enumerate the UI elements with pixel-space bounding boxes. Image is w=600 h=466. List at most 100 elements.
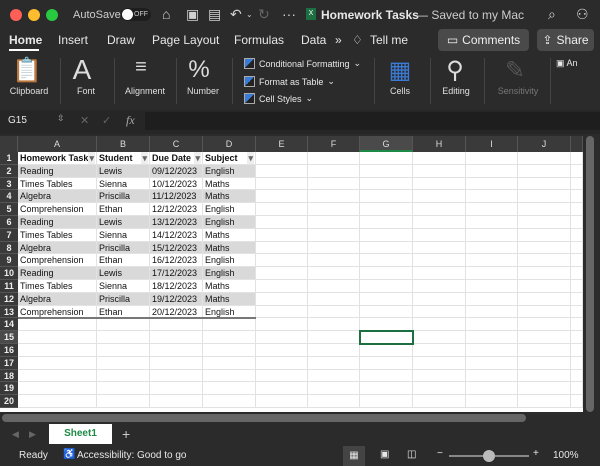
cell[interactable]	[18, 395, 97, 408]
filter-dropdown-icon[interactable]: ▾	[88, 152, 95, 164]
column-header-E[interactable]: E	[256, 136, 308, 152]
tell-me-search[interactable]: Tell me	[370, 33, 408, 47]
cell[interactable]	[150, 395, 203, 408]
cell[interactable]	[413, 177, 466, 191]
maximize-window-button[interactable]	[46, 9, 58, 21]
cell[interactable]	[256, 280, 308, 293]
row-header-1[interactable]: 1	[0, 152, 18, 165]
column-header-J[interactable]: J	[518, 136, 571, 152]
cell[interactable]	[571, 241, 583, 255]
cell[interactable]	[571, 305, 583, 319]
row-header-18[interactable]: 18	[0, 369, 18, 383]
cell[interactable]	[571, 267, 583, 280]
cell[interactable]	[256, 241, 308, 255]
table-header-cell[interactable]: Due Date ▾	[150, 152, 203, 165]
cell[interactable]	[413, 344, 466, 357]
column-header-D[interactable]: D	[203, 136, 256, 152]
enter-icon[interactable]: ✓	[102, 114, 111, 127]
cell[interactable]	[203, 331, 256, 344]
table-cell[interactable]: Maths	[203, 292, 256, 306]
cell[interactable]	[518, 177, 571, 191]
cell[interactable]	[256, 331, 308, 344]
cell[interactable]	[466, 267, 518, 280]
cell[interactable]	[18, 356, 97, 370]
cell[interactable]	[256, 177, 308, 191]
cell[interactable]	[571, 203, 583, 216]
cell[interactable]	[413, 254, 466, 268]
row-header-10[interactable]: 10	[0, 267, 18, 280]
cell[interactable]	[571, 369, 583, 383]
column-header-B[interactable]: B	[97, 136, 150, 152]
cell[interactable]	[360, 190, 413, 204]
home-icon[interactable]: ⌂	[162, 6, 170, 22]
table-cell[interactable]: 14/12/2023	[150, 228, 203, 242]
cell[interactable]	[571, 254, 583, 268]
cell[interactable]	[466, 292, 518, 306]
cell[interactable]	[413, 164, 466, 178]
cell[interactable]	[571, 216, 583, 229]
table-cell[interactable]: Algebra	[18, 292, 97, 306]
cell[interactable]	[360, 369, 413, 383]
cell[interactable]	[360, 382, 413, 396]
row-header-4[interactable]: 4	[0, 190, 18, 204]
cell[interactable]	[308, 395, 360, 408]
cell[interactable]	[256, 305, 308, 319]
column-header-F[interactable]: F	[308, 136, 360, 152]
cell[interactable]	[413, 356, 466, 370]
cell[interactable]	[518, 318, 571, 332]
table-cell[interactable]: English	[203, 254, 256, 268]
cell[interactable]	[360, 177, 413, 191]
cell[interactable]	[518, 203, 571, 216]
table-cell[interactable]: 16/12/2023	[150, 254, 203, 268]
cell[interactable]	[256, 356, 308, 370]
cell[interactable]	[203, 382, 256, 396]
cell[interactable]	[518, 254, 571, 268]
addins-button[interactable]: ▣ An	[556, 58, 578, 69]
cell[interactable]	[413, 241, 466, 255]
comments-button[interactable]: ▭ Comments	[438, 29, 529, 51]
row-header-15[interactable]: 15	[0, 331, 18, 344]
selected-cell-G15[interactable]	[359, 330, 414, 345]
table-cell[interactable]: Priscilla	[97, 292, 150, 306]
cell[interactable]	[518, 305, 571, 319]
add-sheet-button[interactable]: +	[122, 426, 130, 442]
cell[interactable]	[413, 331, 466, 344]
filter-dropdown-icon[interactable]: ▾	[194, 152, 201, 164]
cell[interactable]	[413, 369, 466, 383]
horizontal-scrollbar[interactable]	[0, 412, 583, 424]
cell[interactable]	[466, 382, 518, 396]
cell[interactable]	[308, 216, 360, 229]
cell[interactable]	[256, 152, 308, 165]
cell[interactable]	[308, 203, 360, 216]
cell[interactable]	[466, 164, 518, 178]
cell[interactable]	[571, 280, 583, 293]
cell[interactable]	[518, 395, 571, 408]
table-cell[interactable]: Times Tables	[18, 177, 97, 191]
cell[interactable]	[571, 318, 583, 332]
cell[interactable]	[308, 177, 360, 191]
zoom-level[interactable]: 100%	[553, 450, 579, 461]
row-header-3[interactable]: 3	[0, 177, 18, 191]
cell[interactable]	[18, 331, 97, 344]
page-break-view-button[interactable]: ◫	[407, 449, 416, 460]
cell[interactable]	[308, 382, 360, 396]
autosave-toggle[interactable]: OFF	[121, 8, 151, 21]
cell[interactable]	[413, 305, 466, 319]
cell[interactable]	[97, 356, 150, 370]
cell[interactable]	[256, 228, 308, 242]
cell[interactable]	[518, 331, 571, 344]
cell[interactable]	[518, 267, 571, 280]
cell[interactable]	[360, 254, 413, 268]
cell[interactable]	[413, 280, 466, 293]
conditional-formatting-button[interactable]: Conditional Formatting ⌄	[244, 58, 361, 69]
cell[interactable]	[308, 254, 360, 268]
cell[interactable]	[360, 305, 413, 319]
cell[interactable]	[308, 369, 360, 383]
cell[interactable]	[571, 382, 583, 396]
cell[interactable]	[360, 152, 413, 165]
accessibility-status[interactable]: Accessibility: Good to go	[77, 450, 187, 461]
save-status[interactable]: — Saved to my Mac	[416, 8, 524, 22]
filter-dropdown-icon[interactable]: ▾	[141, 152, 148, 164]
cell[interactable]	[466, 395, 518, 408]
sheet-tab-sheet1[interactable]: Sheet1	[49, 424, 112, 444]
